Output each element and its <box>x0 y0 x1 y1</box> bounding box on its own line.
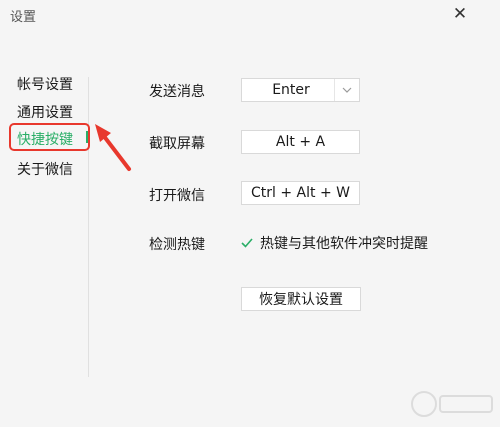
open-wechat-shortcut-field[interactable]: Ctrl + Alt + W <box>241 181 360 205</box>
chevron-down-icon[interactable] <box>334 79 359 101</box>
sidebar-item-general-settings[interactable]: 通用设置 <box>17 102 73 122</box>
send-message-select[interactable]: Enter <box>241 78 360 102</box>
send-message-label: 发送消息 <box>149 84 205 100</box>
close-icon[interactable]: ✕ <box>449 3 471 25</box>
screenshot-label: 截取屏幕 <box>149 136 205 152</box>
screenshot-shortcut-field[interactable]: Alt + A <box>241 130 360 154</box>
sidebar-item-account-settings[interactable]: 帐号设置 <box>17 74 73 94</box>
hotkey-conflict-checkbox[interactable]: 热键与其他软件冲突时提醒 <box>240 233 428 253</box>
sidebar-item-about[interactable]: 关于微信 <box>17 159 73 179</box>
check-icon <box>241 238 253 248</box>
annotation-highlight-box <box>9 123 90 151</box>
detect-hotkeys-label: 检测热键 <box>149 237 205 253</box>
reset-defaults-button[interactable]: 恢复默认设置 <box>241 287 361 311</box>
open-wechat-label: 打开微信 <box>149 188 205 204</box>
sidebar-divider <box>88 77 89 377</box>
watermark-logo <box>411 391 493 417</box>
hotkey-conflict-checkbox-label: 热键与其他软件冲突时提醒 <box>260 236 428 252</box>
send-message-value: Enter <box>272 82 310 98</box>
sidebar: 帐号设置 通用设置 快捷按键 关于微信 <box>0 0 90 427</box>
